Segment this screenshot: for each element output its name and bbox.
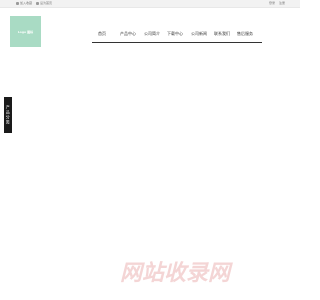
nav-item-service[interactable]: 售后服务 — [237, 31, 253, 37]
nav-item-about[interactable]: 公司简介 — [144, 31, 160, 37]
main-nav: 首页 产品中心 公司简介 下载中心 公司新闻 联系我们 售后服务 — [92, 26, 262, 43]
set-homepage-label: 设为首页 — [40, 1, 53, 5]
nav-item-products[interactable]: 产品中心 — [120, 31, 136, 37]
home-icon — [36, 2, 39, 5]
login-link[interactable]: 登录 — [269, 1, 275, 6]
logo-text: Logo 图标 — [17, 29, 34, 34]
set-homepage-link[interactable]: 设为首页 — [36, 1, 52, 6]
watermark-text: 网站收录网 — [120, 261, 231, 286]
top-utility-bar: 加入收藏 设为首页 登录 注册 — [0, 0, 300, 8]
product-category-label: 产品分类 — [5, 105, 11, 125]
product-category-tab[interactable]: 产品分类 — [4, 97, 12, 133]
register-link[interactable]: 注册 — [279, 1, 285, 6]
nav-item-news[interactable]: 公司新闻 — [191, 31, 207, 37]
add-favorite-label: 加入收藏 — [20, 1, 33, 5]
add-favorite-link[interactable]: 加入收藏 — [16, 1, 32, 6]
site-logo[interactable]: Logo 图标 — [10, 16, 41, 47]
nav-item-home[interactable]: 首页 — [98, 31, 106, 37]
page: 加入收藏 设为首页 登录 注册 Logo 图标 首页 产品中心 公司简介 下载中… — [0, 0, 300, 300]
nav-item-downloads[interactable]: 下载中心 — [167, 31, 183, 37]
star-icon — [16, 2, 19, 5]
nav-item-contact[interactable]: 联系我们 — [214, 31, 230, 37]
